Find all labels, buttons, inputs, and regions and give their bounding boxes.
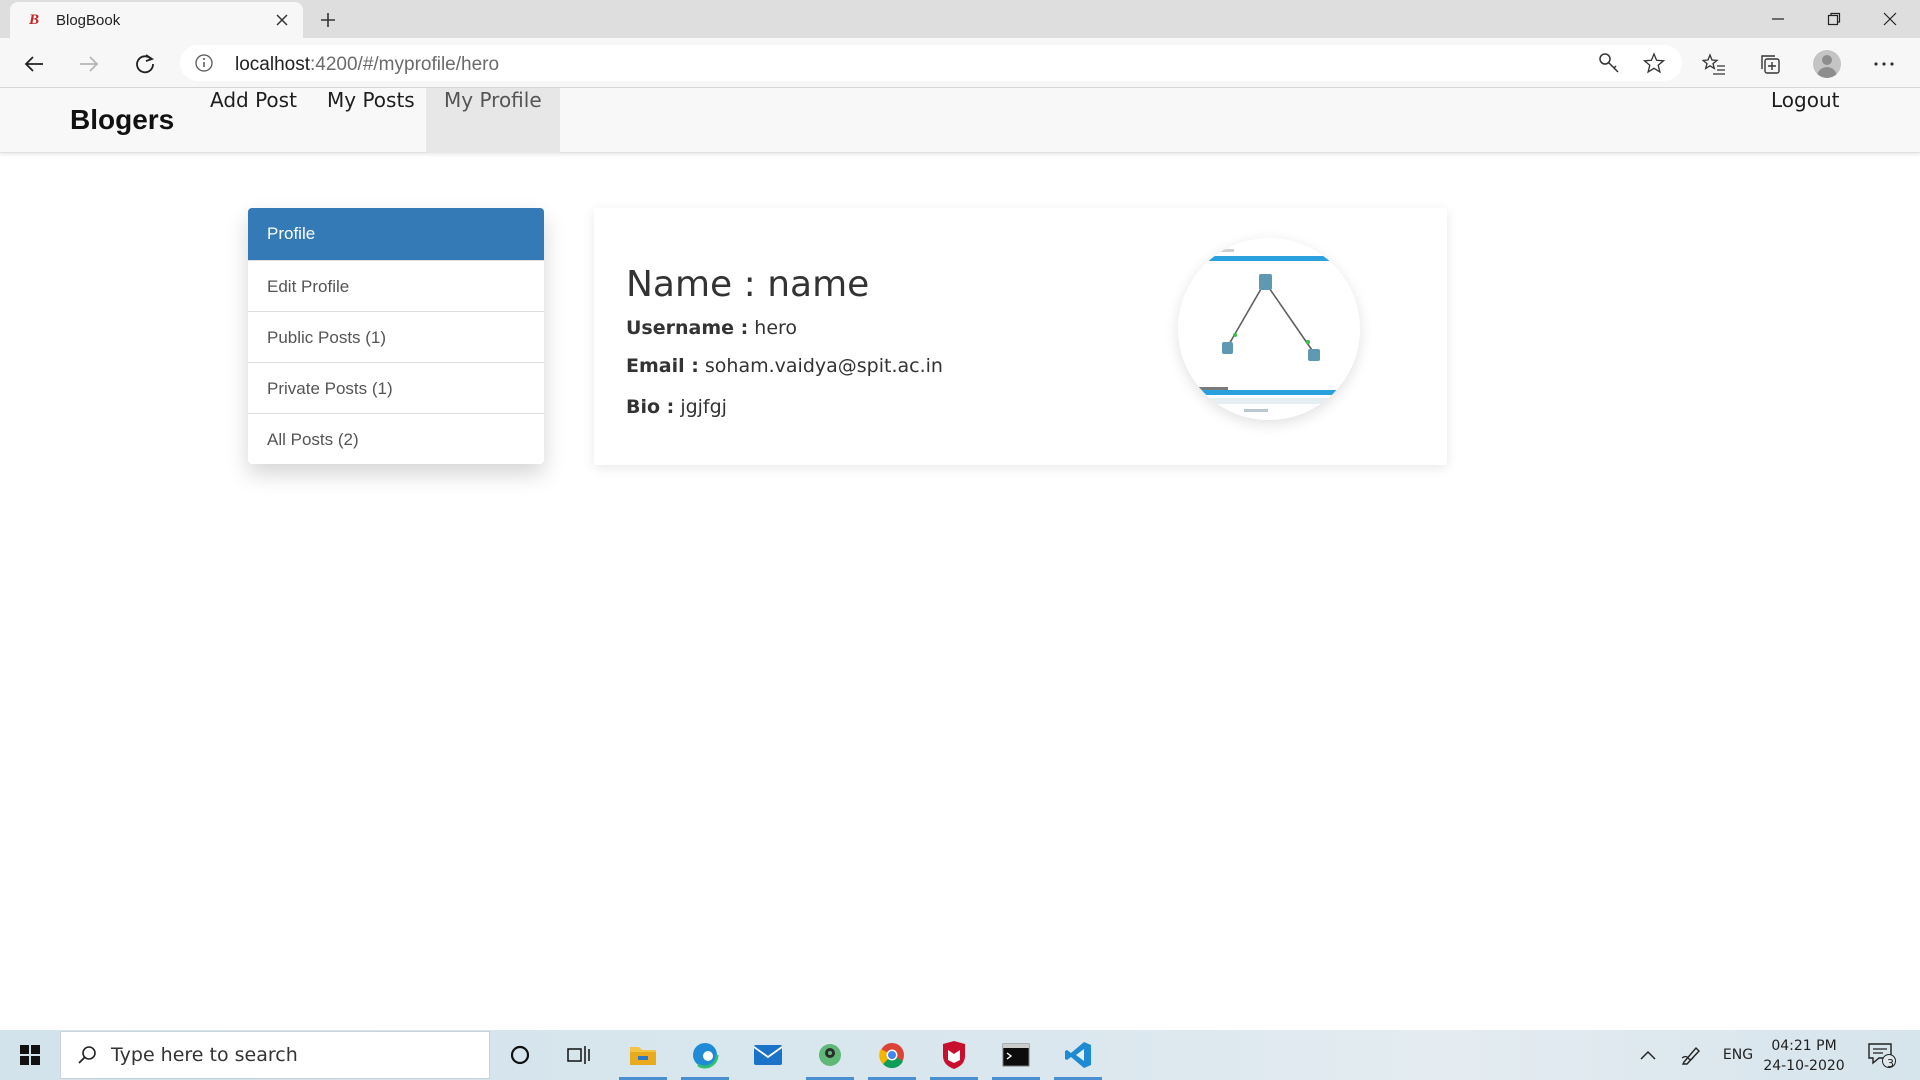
terminal-icon[interactable]	[988, 1030, 1044, 1080]
nav-add-post[interactable]: Add Post	[192, 88, 315, 153]
notification-count-badge: 3	[1887, 1057, 1894, 1070]
logout-link[interactable]: Logout	[1753, 88, 1857, 153]
new-tab-plus-icon[interactable]	[314, 6, 342, 34]
star-icon[interactable]	[1643, 52, 1665, 74]
forward-icon[interactable]	[71, 46, 107, 82]
back-icon[interactable]	[16, 46, 52, 82]
maps-icon[interactable]	[802, 1030, 858, 1080]
name-value: name	[767, 264, 870, 305]
more-icon[interactable]	[1868, 48, 1900, 80]
show-hidden-icons-chevron-icon[interactable]	[1630, 1030, 1666, 1080]
clock-date: 24-10-2020	[1763, 1058, 1845, 1074]
email-line: Email : soham.vaidya@spit.ac.in	[626, 355, 943, 377]
cortana-icon[interactable]	[492, 1030, 548, 1080]
chrome-icon[interactable]	[864, 1030, 920, 1080]
language-indicator[interactable]: ENG	[1718, 1030, 1758, 1080]
username-value: hero	[754, 317, 798, 339]
blogbook-favicon-icon: B	[28, 11, 39, 28]
bio-label: Bio :	[626, 396, 675, 418]
key-icon[interactable]	[1598, 52, 1620, 74]
browser-toolbar: localhost:4200/#/myprofile/hero	[0, 38, 1920, 88]
search-icon	[77, 1045, 97, 1065]
profile-avatar[interactable]	[1811, 48, 1843, 80]
tab-strip: B BlogBook	[0, 0, 1920, 38]
search-placeholder: Type here to search	[111, 1044, 298, 1066]
url-text[interactable]: localhost:4200/#/myprofile/hero	[235, 54, 499, 76]
favorites-icon[interactable]	[1698, 48, 1730, 80]
tab-title: BlogBook	[56, 11, 121, 29]
address-bar[interactable]: localhost:4200/#/myprofile/hero	[180, 45, 1682, 81]
site-navbar: Blogers Add Post My Posts My Profile Log…	[0, 88, 1920, 153]
nav-my-profile[interactable]: My Profile	[426, 88, 560, 153]
edge-icon[interactable]	[677, 1030, 733, 1080]
windows-start-icon[interactable]	[0, 1030, 60, 1080]
collections-icon[interactable]	[1755, 48, 1787, 80]
brand-logo[interactable]: Blogers	[70, 104, 174, 136]
nav-my-posts[interactable]: My Posts	[309, 88, 433, 153]
url-host: localhost	[235, 54, 310, 75]
profile-card: Name : name Username : hero Email : soha…	[594, 208, 1447, 465]
username-line: Username : hero	[626, 317, 797, 339]
bio-line: Bio : jgjfgj	[626, 396, 727, 418]
task-view-icon[interactable]	[551, 1030, 607, 1080]
notifications-icon[interactable]: 3	[1862, 1030, 1902, 1080]
network-diagram-image	[1178, 238, 1360, 420]
browser-tab[interactable]: B BlogBook	[10, 2, 303, 38]
pen-icon[interactable]	[1674, 1030, 1710, 1080]
email-value: soham.vaidya@spit.ac.in	[704, 355, 943, 377]
info-icon[interactable]	[194, 53, 214, 78]
profile-sidebar: Profile Edit Profile Public Posts (1) Pr…	[248, 208, 544, 464]
sidebar-item-all-posts[interactable]: All Posts (2)	[248, 413, 544, 464]
username-label: Username :	[626, 317, 749, 339]
minimize-icon[interactable]	[1750, 0, 1806, 38]
email-label: Email :	[626, 355, 699, 377]
vscode-icon[interactable]	[1050, 1030, 1106, 1080]
clock-time: 04:21 PM	[1771, 1038, 1837, 1054]
sidebar-item-private-posts[interactable]: Private Posts (1)	[248, 362, 544, 413]
mail-icon[interactable]	[740, 1030, 796, 1080]
restore-icon[interactable]	[1806, 0, 1862, 38]
url-path: :4200/#/myprofile/hero	[310, 54, 500, 75]
windows-taskbar: Type here to search ENG 04:21 PM 24-10-2…	[0, 1030, 1920, 1080]
sidebar-item-profile[interactable]: Profile	[248, 208, 544, 260]
web-page: Blogers Add Post My Posts My Profile Log…	[0, 88, 1920, 1030]
close-tab-icon[interactable]	[271, 9, 293, 31]
name-label: Name :	[626, 264, 768, 305]
taskbar-search-box[interactable]: Type here to search	[60, 1031, 490, 1079]
profile-picture	[1178, 238, 1360, 420]
sidebar-item-edit-profile[interactable]: Edit Profile	[248, 260, 544, 311]
bio-value: jgjfgj	[680, 396, 727, 418]
avatar	[1813, 50, 1841, 78]
refresh-icon[interactable]	[127, 46, 163, 82]
system-clock[interactable]: 04:21 PM 24-10-2020	[1760, 1036, 1848, 1076]
mcafee-icon[interactable]	[926, 1030, 982, 1080]
sidebar-item-public-posts[interactable]: Public Posts (1)	[248, 311, 544, 362]
file-explorer-icon[interactable]	[615, 1030, 671, 1080]
profile-name: Name : name	[626, 264, 869, 305]
window-close-icon[interactable]	[1862, 0, 1918, 38]
